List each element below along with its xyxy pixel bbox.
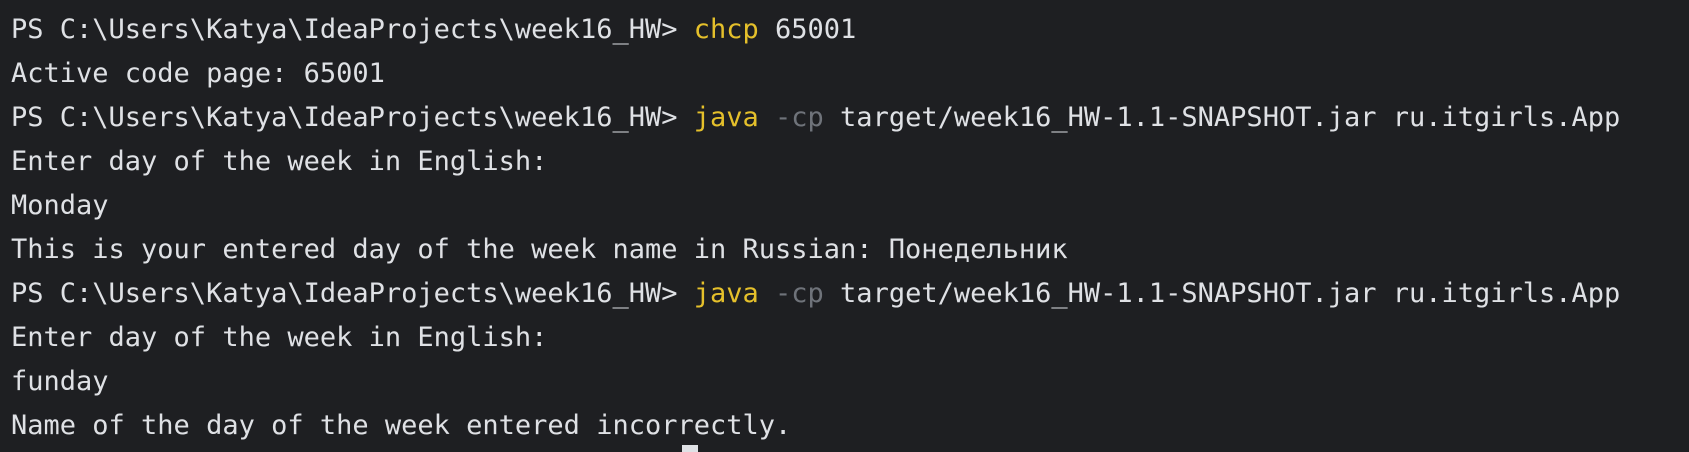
output-line: Monday bbox=[11, 190, 109, 221]
command-text: chcp bbox=[693, 14, 759, 45]
output-line: Enter day of the week in English: bbox=[11, 322, 548, 353]
output-line: Name of the day of the week entered inco… bbox=[11, 410, 792, 441]
command-text: java bbox=[693, 278, 759, 309]
command-args: 65001 bbox=[758, 14, 857, 45]
text-cursor bbox=[682, 445, 698, 452]
prompt-line: PS C:\Users\Katya\IdeaProjects\week16_HW… bbox=[11, 272, 1689, 316]
terminal-output[interactable]: PS C:\Users\Katya\IdeaProjects\week16_HW… bbox=[0, 0, 1689, 452]
command-flag: -cp bbox=[758, 102, 824, 133]
output-line: This is your entered day of the week nam… bbox=[11, 234, 1068, 265]
command-args: target/week16_HW-1.1-SNAPSHOT.jar ru.itg… bbox=[823, 102, 1621, 133]
prompt-text: PS C:\Users\Katya\IdeaProjects\week16_HW… bbox=[11, 278, 694, 309]
output-line: Enter day of the week in English: bbox=[11, 146, 548, 177]
output-line: Active code page: 65001 bbox=[11, 58, 385, 89]
prompt-line: PS C:\Users\Katya\IdeaProjects\week16_HW… bbox=[11, 96, 1689, 140]
prompt-text: PS C:\Users\Katya\IdeaProjects\week16_HW… bbox=[11, 102, 694, 133]
prompt-line: PS C:\Users\Katya\IdeaProjects\week16_HW… bbox=[11, 8, 1689, 52]
command-flag: -cp bbox=[758, 278, 824, 309]
command-args: target/week16_HW-1.1-SNAPSHOT.jar ru.itg… bbox=[823, 278, 1621, 309]
prompt-text: PS C:\Users\Katya\IdeaProjects\week16_HW… bbox=[11, 14, 694, 45]
command-text: java bbox=[693, 102, 759, 133]
output-line: funday bbox=[11, 366, 109, 397]
